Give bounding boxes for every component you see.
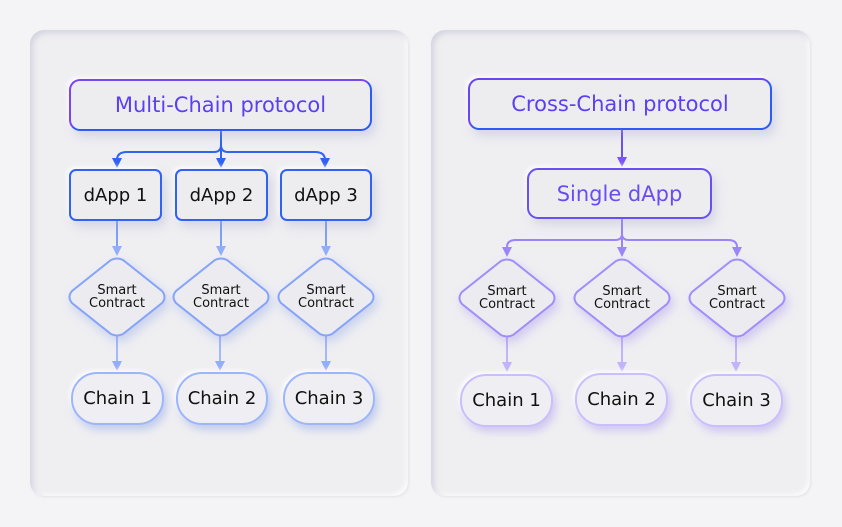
single-dapp-label: Single dApp <box>556 181 683 206</box>
contract-line2: Contract <box>89 296 145 311</box>
smart-contract-diamond: Smart Contract <box>571 258 673 338</box>
chain-label: Chain 3 <box>294 388 364 409</box>
chain-2-pill: Chain 2 <box>176 372 268 425</box>
contract-line2: Contract <box>479 297 535 312</box>
chain-label: Chain 1 <box>472 390 541 411</box>
contract-line2: Contract <box>709 297 765 312</box>
contract-line2: Contract <box>594 297 650 312</box>
chain-1-pill: Chain 1 <box>460 374 553 427</box>
chain-1-pill: Chain 1 <box>71 372 164 425</box>
cross-chain-protocol-box: Cross-Chain protocol <box>468 78 772 130</box>
connector-title-dapp1 <box>112 131 222 168</box>
smart-contract-diamond: Smart Contract <box>456 258 558 338</box>
contract-line2: Contract <box>298 296 354 311</box>
smart-contract-diamond: Smart Contract <box>66 257 168 337</box>
smart-contract-diamond: Smart Contract <box>686 258 788 338</box>
connector-title-dapp3 <box>220 144 330 168</box>
single-dapp-box: Single dApp <box>527 168 712 219</box>
chain-label: Chain 2 <box>187 388 257 409</box>
smart-contract-diamond: Smart Contract <box>170 257 272 337</box>
dapp-label: dApp 3 <box>294 184 358 206</box>
chain-3-pill: Chain 3 <box>283 372 375 425</box>
dapp-label: dApp 2 <box>189 184 254 206</box>
chain-label: Chain 1 <box>83 388 152 409</box>
dapp-label: dApp 1 <box>83 184 148 206</box>
chain-2-pill: Chain 2 <box>575 373 668 426</box>
chain-label: Chain 2 <box>587 389 656 410</box>
dapp-2-box: dApp 2 <box>175 169 268 221</box>
dapp-3-box: dApp 3 <box>280 169 372 221</box>
multi-chain-protocol-box: Multi-Chain protocol <box>69 79 372 131</box>
smart-contract-diamond: Smart Contract <box>275 257 377 337</box>
cross-chain-protocol-label: Cross-Chain protocol <box>511 92 729 116</box>
chain-label: Chain 3 <box>702 390 771 411</box>
dapp-1-box: dApp 1 <box>69 169 162 221</box>
multi-chain-protocol-label: Multi-Chain protocol <box>114 93 327 117</box>
chain-3-pill: Chain 3 <box>690 374 783 427</box>
contract-line2: Contract <box>193 296 249 311</box>
